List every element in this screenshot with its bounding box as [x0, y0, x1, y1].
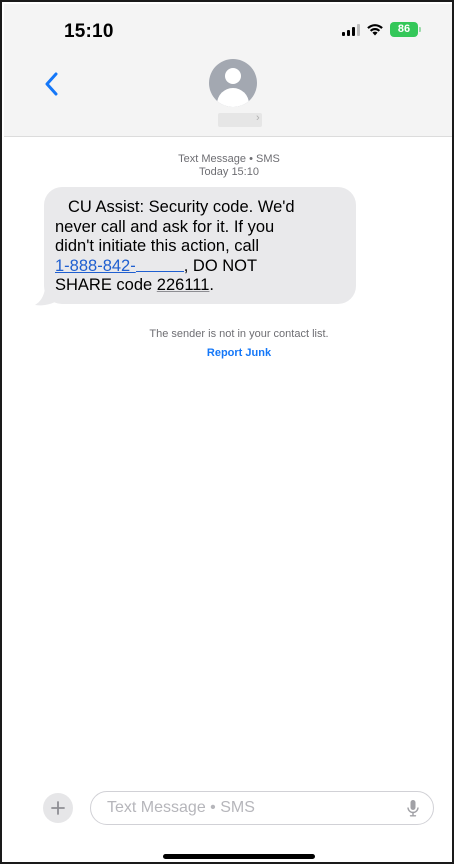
battery-indicator: 86: [390, 22, 421, 37]
channel-label: Text Message • SMS: [178, 153, 280, 165]
message-line: CU Assist: Security code. We'd: [68, 198, 295, 216]
message-input[interactable]: [107, 799, 403, 817]
security-code[interactable]: 226111: [157, 276, 210, 294]
message-line: never call and ask for it. If you: [55, 217, 275, 236]
phone-number-redacted: [135, 270, 184, 272]
message-timestamp: Today 15:10: [199, 166, 259, 178]
person-avatar-icon[interactable]: [209, 59, 257, 107]
back-button[interactable]: [38, 68, 64, 100]
home-indicator[interactable]: [163, 854, 315, 859]
chevron-left-icon: [45, 72, 58, 96]
message-composer[interactable]: [90, 791, 434, 825]
add-attachment-button[interactable]: [43, 793, 73, 823]
phone-number-link[interactable]: 1-888-842-: [55, 257, 136, 275]
unknown-sender-notice: The sender is not in your contact list.: [149, 328, 329, 340]
status-time: 15:10: [64, 21, 114, 42]
microphone-button[interactable]: [403, 798, 423, 818]
message-text: .: [209, 276, 215, 294]
contact-details-chevron-icon[interactable]: ›: [256, 112, 260, 124]
incoming-message-bubble[interactable]: CU Assist: Security code. We'd never cal…: [44, 187, 356, 304]
microphone-icon: [407, 800, 419, 817]
status-icons: 86: [342, 22, 421, 37]
phone-screen: 15:10 86 › Text Message • SMS Today 15:1…: [0, 0, 454, 864]
message-text: SHARE code: [55, 276, 157, 294]
plus-icon: [51, 801, 65, 815]
wifi-icon: [366, 23, 384, 36]
message-line: didn't initiate this action, call: [55, 237, 260, 255]
report-junk-link[interactable]: Report Junk: [2, 347, 454, 359]
message-text: , DO NOT: [183, 256, 258, 275]
message-line: SHARE code 226111.: [55, 276, 346, 296]
cellular-signal-icon: [342, 23, 360, 36]
message-line: 1-888-842- , DO NOT: [55, 257, 346, 277]
